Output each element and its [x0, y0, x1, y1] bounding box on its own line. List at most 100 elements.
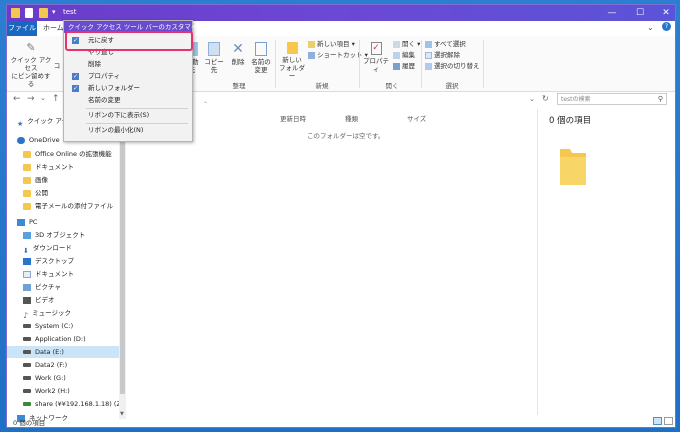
check-icon: ✓: [72, 85, 79, 92]
nav-drive-d[interactable]: Application (D:): [23, 333, 86, 345]
new-item-label: 新しい項目 ▾: [317, 40, 355, 48]
delete-icon: ✕: [232, 41, 244, 57]
new-folder-label-1: 新しい: [282, 56, 302, 64]
select-all-button[interactable]: すべて選択: [425, 40, 466, 49]
nav-office-online[interactable]: Office Online の拡張機能: [23, 148, 112, 160]
chevron-down-icon[interactable]: ⌄: [40, 94, 46, 102]
nav-label: ミュージック: [32, 309, 71, 317]
nav-videos[interactable]: ビデオ: [23, 294, 55, 306]
menu-divider: [86, 123, 188, 124]
properties-icon[interactable]: [25, 8, 33, 18]
select-none-label: 選択解除: [434, 51, 460, 59]
music-icon: ♪: [23, 310, 29, 320]
copy-to-button[interactable]: コピー先: [203, 42, 225, 74]
scrollbar-thumb[interactable]: [120, 119, 125, 394]
video-icon: [23, 296, 31, 304]
nav-desktop[interactable]: デスクトップ: [23, 255, 74, 267]
nav-label: Office Online の拡張機能: [35, 150, 112, 158]
new-folder-icon[interactable]: [39, 8, 48, 18]
qat-dropdown-icon[interactable]: ▾: [52, 8, 56, 16]
menu-item-minimize-ribbon[interactable]: リボンの最小化(N): [64, 125, 192, 136]
address-dropdown-icon[interactable]: ⌄: [529, 95, 535, 103]
column-date[interactable]: 更新日時: [280, 113, 306, 123]
nav-onedrive[interactable]: OneDrive: [17, 134, 60, 146]
pin-quick-access-button[interactable]: ✎ クイック アクセス にピン留めする: [9, 42, 53, 89]
column-type[interactable]: 種類: [345, 113, 358, 123]
nav-images[interactable]: 画像: [23, 174, 48, 186]
select-none-button[interactable]: 選択解除: [425, 51, 460, 60]
history-button[interactable]: 履歴: [393, 62, 415, 71]
nav-documents[interactable]: ドキュメント: [23, 268, 74, 280]
invert-selection-label: 選択の切り替え: [434, 62, 480, 70]
nav-pc[interactable]: PC: [17, 216, 37, 228]
menu-item-rename[interactable]: 名前の変更: [64, 95, 192, 106]
rename-button[interactable]: 名前の 変更: [250, 42, 272, 74]
empty-folder-message: このフォルダーは空です。: [307, 132, 385, 140]
group-new: 新規: [315, 82, 329, 90]
folder-icon: [23, 202, 31, 210]
desktop-icon: [23, 257, 31, 265]
nav-label: Application (D:): [35, 335, 86, 343]
nav-drive-f[interactable]: Data2 (F:): [23, 359, 67, 371]
menu-item-label: 新しいフォルダー: [88, 84, 140, 92]
group-select: 選択: [445, 82, 459, 90]
menu-item-new-folder[interactable]: ✓ 新しいフォルダー: [64, 83, 192, 94]
nav-drive-g[interactable]: Work (G:): [23, 372, 66, 384]
column-size[interactable]: サイズ: [407, 113, 426, 123]
invert-selection-button[interactable]: 選択の切り替え: [425, 62, 480, 71]
edit-button[interactable]: 編集: [393, 51, 415, 60]
details-view-icon[interactable]: [653, 417, 662, 425]
pc-icon: [17, 218, 25, 226]
delete-button[interactable]: ✕ 削除: [229, 42, 247, 66]
refresh-icon[interactable]: ↻: [542, 94, 549, 103]
nav-drive-z[interactable]: share (¥¥192.168.1.18) (Z:): [23, 398, 126, 410]
nav-email-attachments[interactable]: 電子メールの添付ファイル: [23, 200, 113, 212]
new-folder-label-2: フォルダー: [279, 64, 305, 80]
details-divider: [537, 109, 538, 415]
nav-drive-e[interactable]: Data (E:): [7, 346, 119, 358]
menu-item-properties[interactable]: ✓ プロパティ: [64, 71, 192, 82]
tab-file[interactable]: ファイル: [7, 21, 37, 36]
nav-downloads[interactable]: ⬇ ダウンロード: [23, 242, 72, 255]
nav-3d-objects[interactable]: 3D オブジェクト: [23, 229, 85, 241]
new-folder-button[interactable]: 新しい フォルダー: [279, 42, 305, 80]
close-button[interactable]: ✕: [651, 5, 675, 21]
copy-button[interactable]: コ: [53, 62, 61, 70]
nav-drive-h[interactable]: Work2 (H:): [23, 385, 70, 397]
large-icons-view-icon[interactable]: [664, 417, 673, 425]
back-icon[interactable]: ←: [13, 94, 21, 104]
minimize-button[interactable]: —: [597, 5, 627, 21]
menu-item-show-below-ribbon[interactable]: リボンの下に表示(S): [64, 110, 192, 121]
help-icon[interactable]: ?: [662, 22, 671, 31]
tab-home[interactable]: ホーム: [43, 21, 64, 36]
sort-chevron-icon[interactable]: ⌃: [203, 101, 208, 108]
up-icon[interactable]: ↑: [52, 94, 60, 104]
open-button[interactable]: 開く ▾: [393, 40, 420, 49]
nav-onedrive-documents[interactable]: ドキュメント: [23, 161, 74, 173]
rename-label-1: 名前の: [251, 58, 271, 66]
chevron-down-icon[interactable]: ⌄: [647, 23, 654, 32]
delete-label: 削除: [231, 58, 245, 66]
divider: [421, 40, 422, 88]
nav-scrollbar[interactable]: ▲ ▼: [119, 109, 126, 419]
properties-button[interactable]: ✓ プロパティ: [363, 42, 389, 73]
nav-label: ダウンロード: [32, 244, 72, 252]
status-item-count: 0 個の項目: [13, 419, 46, 427]
select-all-label: すべて選択: [434, 40, 466, 48]
nav-drive-c[interactable]: System (C:): [23, 320, 73, 332]
forward-icon[interactable]: →: [27, 94, 35, 104]
search-input[interactable]: testの検索 ⚲: [557, 93, 667, 105]
nav-public[interactable]: 公開: [23, 187, 48, 199]
nav-label: ビデオ: [35, 296, 55, 304]
menu-item-label: 名前の変更: [88, 96, 121, 104]
menu-item-delete[interactable]: 削除: [64, 59, 192, 70]
new-item-button[interactable]: 新しい項目 ▾: [308, 40, 355, 49]
nav-pictures[interactable]: ピクチャ: [23, 281, 61, 293]
nav-music[interactable]: ♪ ミュージック: [23, 307, 71, 320]
copy-to-icon: [208, 42, 220, 56]
nav-quick-access[interactable]: ★ クイック アク: [17, 115, 68, 128]
nav-label: Work (G:): [35, 374, 66, 382]
new-folder-icon: [286, 42, 298, 54]
folder-icon: [23, 163, 31, 171]
folder-icon: [560, 149, 586, 185]
